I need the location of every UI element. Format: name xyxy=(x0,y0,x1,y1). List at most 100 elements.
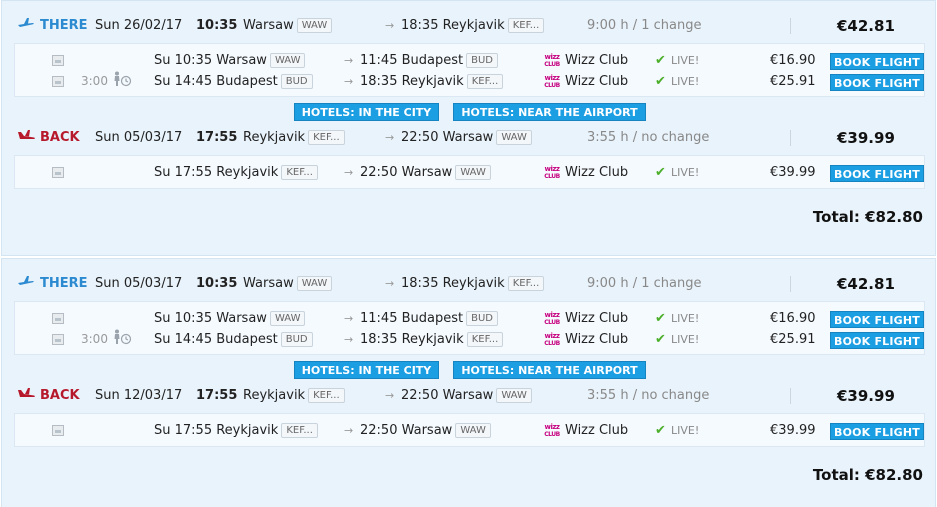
return-duration: 3:55 h / no change xyxy=(587,130,710,145)
outbound-summary-row[interactable]: THERE Sun 26/02/17 10:35 Warsaw WAW → 18:… xyxy=(2,15,935,37)
leg-arrival: 22:50 Warsaw xyxy=(360,165,453,180)
book-flight-button[interactable]: BOOK FLIGHT xyxy=(830,423,924,440)
image-placeholder-icon xyxy=(52,162,64,183)
layover-duration: 3:00 xyxy=(81,332,108,346)
outbound-legs-panel: Su 10:35 Warsaw WAW → 11:45 Budapest BUD w… xyxy=(14,301,925,355)
flight-leg-row: Su 17:55 Reykjavik KEF... → 22:50 Warsaw W… xyxy=(15,162,924,183)
carrier-name: Wizz Club xyxy=(565,74,629,89)
book-flight-button[interactable]: BOOK FLIGHT xyxy=(830,311,924,328)
image-placeholder-icon xyxy=(52,308,64,329)
book-flight-button[interactable]: BOOK FLIGHT xyxy=(830,332,924,349)
flight-leg-row: 3:00 Su 14:45 Budapest BUD → 18:35 Reykja… xyxy=(15,71,924,92)
return-legs-panel: Su 17:55 Reykjavik KEF... → 22:50 Warsaw W… xyxy=(14,155,925,189)
leg-arrival: 18:35 Reykjavik xyxy=(360,332,464,347)
live-status: LIVE! xyxy=(671,54,700,67)
airport-code: WAW xyxy=(496,130,532,145)
airport-code: WAW xyxy=(455,165,491,180)
airport-code: BUD xyxy=(466,311,498,326)
leg-departure: Su 10:35 Warsaw xyxy=(154,53,267,68)
wizz-air-logo: wizz CLUB xyxy=(544,164,560,180)
airport-code: KEF... xyxy=(507,18,545,33)
plane-takeoff-icon xyxy=(17,273,35,295)
arrow-right-icon: → xyxy=(344,333,354,346)
layover-duration: 3:00 xyxy=(81,74,108,88)
plane-landing-icon xyxy=(17,127,37,149)
return-label: BACK xyxy=(40,130,80,145)
airport-code: WAW xyxy=(296,276,333,291)
return-legs-panel: Su 17:55 Reykjavik KEF... → 22:50 Warsaw W… xyxy=(14,413,925,447)
airport-code: BUD xyxy=(466,53,498,68)
outbound-departure-time: 10:35 xyxy=(196,18,238,33)
leg-price: €25.91 xyxy=(770,332,816,347)
divider xyxy=(790,130,791,146)
book-flight-button[interactable]: BOOK FLIGHT xyxy=(830,74,924,91)
leg-arrival: 18:35 Reykjavik xyxy=(360,74,464,89)
leg-departure: Su 14:45 Budapest xyxy=(154,332,278,347)
outbound-date: Sun 26/02/17 xyxy=(95,18,183,33)
flight-leg-row: Su 10:35 Warsaw WAW → 11:45 Budapest BUD w… xyxy=(15,308,924,329)
airport-code: BUD xyxy=(280,332,313,347)
divider xyxy=(790,276,791,292)
airport-code: KEF... xyxy=(466,332,504,347)
hotels-in-city-button[interactable]: HOTELS: IN THE CITY xyxy=(294,103,439,121)
checkmark-icon: ✔ xyxy=(655,165,666,180)
carrier-name: Wizz Club xyxy=(565,423,629,438)
return-arrival-city: Warsaw xyxy=(442,388,494,403)
outbound-duration: 9:00 h / 1 change xyxy=(587,18,702,33)
checkmark-icon: ✔ xyxy=(655,74,666,89)
outbound-arrival-time: 18:35 xyxy=(401,18,439,33)
return-arrival-time: 22:50 xyxy=(401,130,439,145)
return-departure-city: Reykjavik xyxy=(243,388,306,403)
image-placeholder-icon xyxy=(52,420,64,441)
outbound-price: €42.81 xyxy=(837,17,895,35)
divider xyxy=(790,388,791,404)
live-status: LIVE! xyxy=(671,166,700,179)
arrow-right-icon: → xyxy=(385,19,395,32)
leg-departure: Su 14:45 Budapest xyxy=(154,74,278,89)
plane-landing-icon xyxy=(17,385,37,407)
airport-code: WAW xyxy=(269,53,306,68)
leg-price: €39.99 xyxy=(770,423,816,438)
airport-code: WAW xyxy=(269,311,306,326)
airport-code: KEF... xyxy=(507,276,545,291)
outbound-label: THERE xyxy=(40,18,88,33)
outbound-arrival-city: Reykjavik xyxy=(442,276,505,291)
hotels-near-airport-button[interactable]: HOTELS: NEAR THE AIRPORT xyxy=(453,103,646,121)
leg-departure: Su 17:55 Reykjavik xyxy=(154,423,279,438)
airport-code: KEF... xyxy=(308,388,345,403)
leg-price: €25.91 xyxy=(770,74,816,89)
carrier-name: Wizz Club xyxy=(565,53,629,68)
itinerary-total: Total: €82.80 xyxy=(812,208,923,226)
book-flight-button[interactable]: BOOK FLIGHT xyxy=(830,165,924,182)
itinerary-card: THERE Sun 05/03/17 10:35 Warsaw WAW → 18:… xyxy=(1,258,936,507)
return-summary-row[interactable]: BACK Sun 05/03/17 17:55 Reykjavik KEF... … xyxy=(2,127,935,149)
outbound-departure-time: 10:35 xyxy=(196,276,238,291)
return-departure-time: 17:55 xyxy=(196,130,238,145)
book-flight-button[interactable]: BOOK FLIGHT xyxy=(830,53,924,70)
carrier-name: Wizz Club xyxy=(565,311,629,326)
airport-code: WAW xyxy=(496,388,532,403)
leg-departure: Su 10:35 Warsaw xyxy=(154,311,267,326)
arrow-right-icon: → xyxy=(344,75,354,88)
return-date: Sun 12/03/17 xyxy=(95,388,183,403)
wizz-air-logo: wizz CLUB xyxy=(544,73,560,89)
live-status: LIVE! xyxy=(671,75,700,88)
airport-code: WAW xyxy=(296,18,333,33)
return-duration: 3:55 h / no change xyxy=(587,388,710,403)
carrier-name: Wizz Club xyxy=(565,332,629,347)
return-departure-city: Reykjavik xyxy=(243,130,306,145)
outbound-departure-city: Warsaw xyxy=(243,18,294,33)
airport-code: KEF... xyxy=(281,423,318,438)
outbound-duration: 9:00 h / 1 change xyxy=(587,276,702,291)
flight-leg-row: Su 17:55 Reykjavik KEF... → 22:50 Warsaw W… xyxy=(15,420,924,441)
person-clock-icon xyxy=(112,329,132,352)
outbound-label: THERE xyxy=(40,276,88,291)
hotels-in-city-button[interactable]: HOTELS: IN THE CITY xyxy=(294,361,439,379)
leg-arrival: 11:45 Budapest xyxy=(360,311,464,326)
leg-arrival: 11:45 Budapest xyxy=(360,53,464,68)
live-status: LIVE! xyxy=(671,424,700,437)
outbound-departure-city: Warsaw xyxy=(243,276,294,291)
outbound-summary-row[interactable]: THERE Sun 05/03/17 10:35 Warsaw WAW → 18:… xyxy=(2,273,935,295)
return-summary-row[interactable]: BACK Sun 12/03/17 17:55 Reykjavik KEF... … xyxy=(2,385,935,407)
hotels-near-airport-button[interactable]: HOTELS: NEAR THE AIRPORT xyxy=(453,361,646,379)
